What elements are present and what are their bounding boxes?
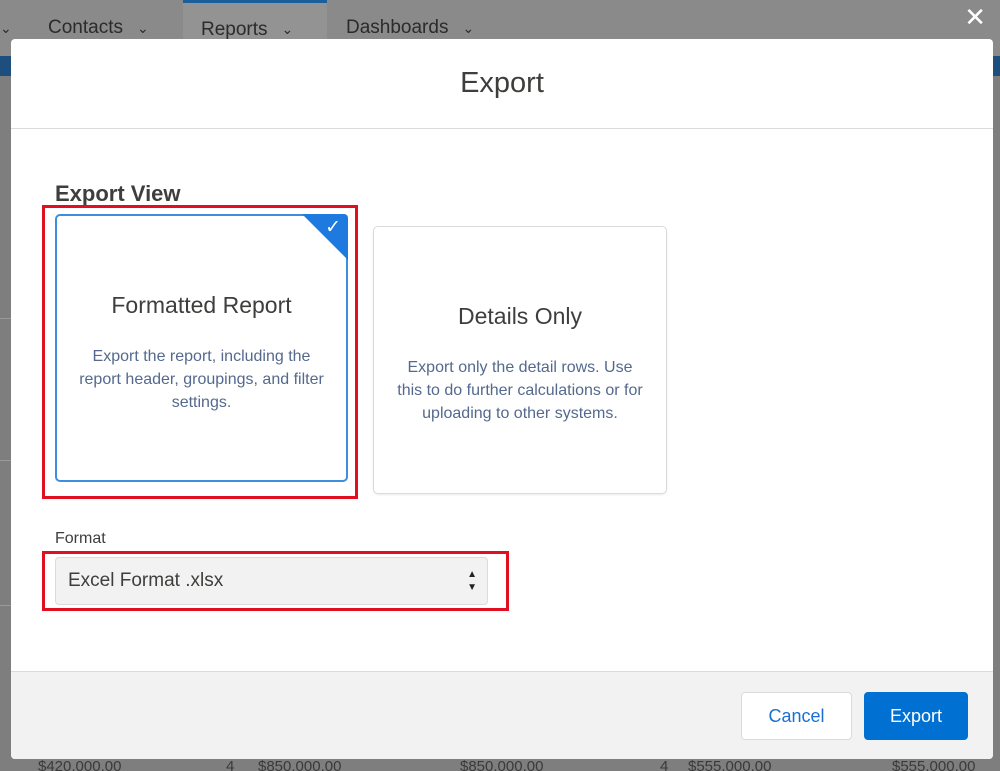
chevron-down-icon: ⌄ bbox=[136, 19, 149, 36]
background-nav-tab-label: Dashboards bbox=[346, 17, 449, 38]
export-view-heading: Export View bbox=[55, 181, 181, 206]
background-cell: $555,000.00 bbox=[892, 758, 976, 771]
export-modal: Export Export View ✓ Formatted Report Ex… bbox=[11, 39, 993, 759]
chevron-down-icon: ⌄ bbox=[281, 21, 294, 37]
highlight-box-format bbox=[42, 551, 509, 611]
background-cell: 4 bbox=[226, 758, 235, 771]
chevron-down-icon: ⌄ bbox=[0, 19, 12, 36]
chevron-down-icon: ⌄ bbox=[462, 19, 475, 36]
background-cell: $420,000.00 bbox=[38, 758, 122, 771]
background-nav-tab-label: Contacts bbox=[48, 17, 123, 38]
page: ⌄ Contacts ⌄ Reports ⌄ Dashboards ⌄ $420… bbox=[0, 0, 1000, 771]
format-label: Format bbox=[55, 530, 106, 547]
highlight-box-export-view bbox=[42, 205, 358, 499]
modal-footer: Cancel Export bbox=[11, 671, 993, 759]
close-icon[interactable]: ✕ bbox=[964, 4, 986, 30]
cancel-button[interactable]: Cancel bbox=[741, 692, 852, 740]
option-title: Details Only bbox=[458, 303, 582, 329]
background-cell: $850,000.00 bbox=[460, 758, 544, 771]
modal-header: Export bbox=[11, 39, 993, 129]
background-cell: $555,000.00 bbox=[688, 758, 772, 771]
option-details-only[interactable]: Details Only Export only the detail rows… bbox=[373, 226, 667, 494]
background-nav-tab-label: Reports bbox=[201, 18, 268, 40]
modal-title: Export bbox=[460, 67, 544, 99]
export-button[interactable]: Export bbox=[864, 692, 968, 740]
background-cell: 4 bbox=[660, 758, 669, 771]
option-description: Export only the detail rows. Use this to… bbox=[397, 359, 643, 422]
background-cell: $850,000.00 bbox=[258, 758, 342, 771]
